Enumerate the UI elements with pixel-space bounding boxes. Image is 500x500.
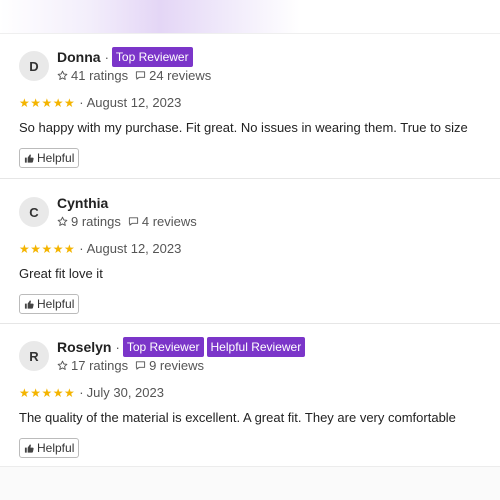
star-rating: ★★★★★ bbox=[19, 241, 76, 256]
review-text: The quality of the material is excellent… bbox=[19, 410, 456, 425]
avatar: D bbox=[19, 51, 49, 81]
reviewer-header: Roselyn · Top Reviewer Helpful Reviewer bbox=[57, 336, 308, 358]
footer-strip bbox=[0, 466, 500, 500]
top-reviewer-badge: Top Reviewer bbox=[111, 47, 193, 67]
comment-icon bbox=[128, 217, 138, 226]
thumbs-up-icon bbox=[24, 299, 34, 309]
rating-line: ★★★★★ · August 12, 2023 bbox=[19, 95, 181, 110]
star-outline-icon bbox=[57, 70, 68, 80]
top-reviewer-badge: Top Reviewer bbox=[122, 337, 204, 357]
rating-line: ★★★★★ · July 30, 2023 bbox=[19, 385, 164, 400]
reviewer-name[interactable]: Donna bbox=[57, 49, 101, 65]
ratings-count: 17 ratings bbox=[71, 358, 129, 373]
rating-line: ★★★★★ · August 12, 2023 bbox=[19, 241, 181, 256]
review-date: August 12, 2023 bbox=[86, 95, 182, 110]
helpful-label: Helpful bbox=[37, 297, 75, 311]
reviews-count: 4 reviews bbox=[141, 214, 197, 229]
star-rating: ★★★★★ bbox=[19, 385, 76, 400]
star-outline-icon bbox=[57, 216, 68, 226]
separator-dot: · bbox=[79, 385, 84, 400]
helpful-reviewer-badge: Helpful Reviewer bbox=[206, 337, 306, 357]
reviewer-stats: 41 ratings 24 reviews bbox=[57, 68, 211, 83]
reviewer-header: Donna · Top Reviewer bbox=[57, 46, 196, 68]
reviews-count: 9 reviews bbox=[149, 358, 205, 373]
helpful-button[interactable]: Helpful bbox=[19, 148, 80, 168]
reviewer-stats: 9 ratings 4 reviews bbox=[57, 214, 197, 229]
helpful-label: Helpful bbox=[37, 151, 75, 165]
separator-dot: · bbox=[104, 49, 109, 65]
comment-icon bbox=[136, 361, 146, 370]
thumbs-up-icon bbox=[24, 443, 34, 453]
helpful-label: Helpful bbox=[37, 441, 75, 455]
review-date: July 30, 2023 bbox=[86, 385, 164, 400]
comment-icon bbox=[136, 71, 146, 80]
header-banner-strip bbox=[0, 0, 500, 34]
reviewer-header: Cynthia bbox=[57, 192, 108, 214]
star-outline-icon bbox=[57, 360, 68, 370]
reviewer-name[interactable]: Roselyn bbox=[57, 339, 111, 355]
review-text: Great fit love it bbox=[19, 266, 103, 281]
reviewer-name[interactable]: Cynthia bbox=[57, 195, 108, 211]
helpful-button[interactable]: Helpful bbox=[19, 438, 80, 458]
ratings-count: 41 ratings bbox=[71, 68, 129, 83]
ratings-count: 9 ratings bbox=[71, 214, 121, 229]
star-rating: ★★★★★ bbox=[19, 95, 76, 110]
reviews-count: 24 reviews bbox=[149, 68, 212, 83]
divider bbox=[0, 178, 500, 179]
thumbs-up-icon bbox=[24, 153, 34, 163]
separator-dot: · bbox=[115, 339, 120, 355]
avatar: R bbox=[19, 341, 49, 371]
review-date: August 12, 2023 bbox=[86, 241, 182, 256]
separator-dot: · bbox=[79, 95, 84, 110]
helpful-button[interactable]: Helpful bbox=[19, 294, 80, 314]
separator-dot: · bbox=[79, 241, 84, 256]
reviewer-stats: 17 ratings 9 reviews bbox=[57, 358, 204, 373]
avatar: C bbox=[19, 197, 49, 227]
divider bbox=[0, 323, 500, 324]
review-text: So happy with my purchase. Fit great. No… bbox=[19, 120, 468, 135]
